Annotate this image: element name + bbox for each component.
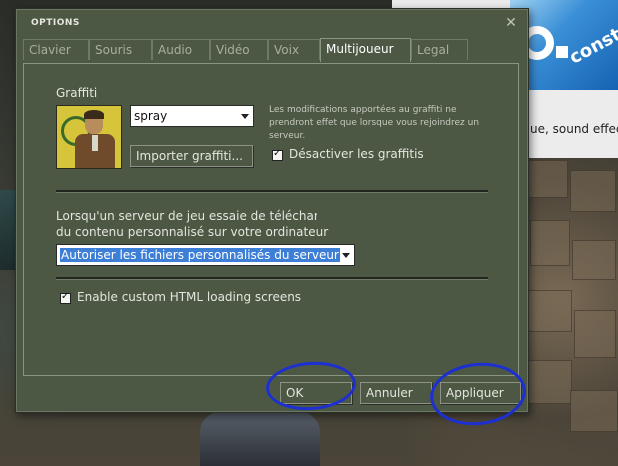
tab-clavier[interactable]: Clavier bbox=[23, 39, 89, 60]
close-icon[interactable]: ✕ bbox=[504, 16, 518, 30]
tab-voix[interactable]: Voix bbox=[268, 39, 320, 60]
chevron-down-icon bbox=[342, 253, 350, 258]
tab-souris[interactable]: Souris bbox=[89, 39, 152, 60]
ok-button[interactable]: OK bbox=[280, 382, 352, 404]
custom-content-text-line1: Lorsqu'un serveur de jeu essaie de téléc… bbox=[56, 209, 317, 223]
custom-content-select-value: Autoriser les fichiers personnalisés du … bbox=[60, 248, 340, 262]
html-loading-checkbox[interactable]: ✓ bbox=[60, 291, 71, 304]
chevron-down-icon bbox=[241, 114, 249, 119]
section-divider bbox=[56, 190, 488, 193]
section-divider bbox=[56, 277, 488, 280]
cancel-button[interactable]: Annuler bbox=[360, 382, 432, 404]
banner-word: constru bbox=[566, 13, 618, 69]
tab-video[interactable]: Vidéo bbox=[210, 39, 268, 60]
import-graffiti-button[interactable]: Importer graffiti... bbox=[130, 145, 253, 167]
spray-select[interactable]: spray bbox=[130, 105, 254, 127]
tab-audio[interactable]: Audio bbox=[152, 39, 210, 60]
character-figure bbox=[200, 412, 320, 466]
spray-preview-image bbox=[56, 105, 122, 169]
graffiti-label: Graffiti bbox=[56, 86, 98, 100]
disable-graffiti-checkbox[interactable]: ✓ bbox=[272, 148, 283, 161]
html-loading-label[interactable]: Enable custom HTML loading screens bbox=[77, 290, 301, 304]
tab-multijoueur[interactable]: Multijoueur bbox=[320, 38, 411, 62]
tab-legal[interactable]: Legal bbox=[411, 39, 468, 60]
spray-select-value: spray bbox=[134, 109, 168, 123]
graffiti-note: Les modifications apportées au graffiti … bbox=[269, 105, 480, 141]
spray-figure-hair bbox=[84, 110, 104, 119]
disable-graffiti-label[interactable]: Désactiver les graffitis bbox=[289, 147, 424, 161]
check-icon: ✓ bbox=[61, 291, 70, 302]
custom-content-select[interactable]: Autoriser les fichiers personnalisés du … bbox=[56, 244, 355, 266]
apply-button[interactable]: Appliquer bbox=[440, 382, 521, 404]
dialog-title: OPTIONS bbox=[31, 18, 80, 28]
custom-content-text-line2: du contenu personnalisé sur votre ordina… bbox=[56, 225, 329, 239]
options-dialog: OPTIONS ✕ Clavier Souris Audio Vidéo Voi… bbox=[15, 8, 529, 413]
check-icon: ✓ bbox=[273, 148, 282, 159]
title-bar[interactable]: OPTIONS ✕ bbox=[16, 9, 528, 37]
background-snippet-text: ue, sound effects bbox=[530, 122, 618, 136]
stone-blocks bbox=[520, 150, 618, 466]
spray-figure-tie bbox=[92, 135, 98, 151]
